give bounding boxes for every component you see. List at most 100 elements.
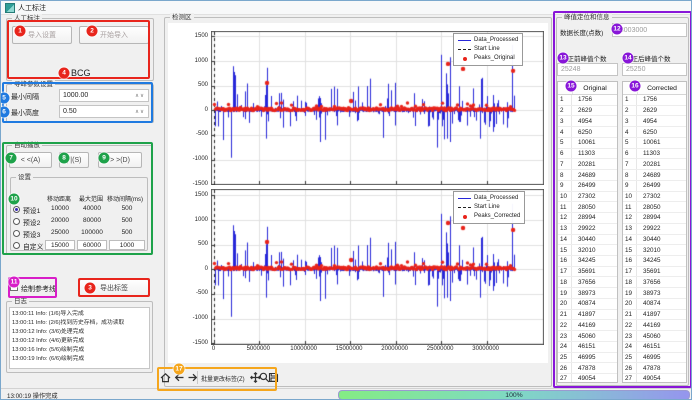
home-icon[interactable] [160, 371, 171, 384]
table-row[interactable]: 926499 [623, 181, 686, 192]
table-row[interactable]: 11756 [623, 95, 686, 106]
corrected-peaks-table[interactable]: Corrected 117562262934954462505100616113… [622, 81, 687, 383]
table-row[interactable]: 2749054 [623, 374, 686, 382]
table-row[interactable]: 1027302 [623, 192, 686, 203]
table-row[interactable]: 1027302 [558, 192, 617, 203]
log-list[interactable]: 13:00:11 Info: (1/6)导入完成13:00:11 Info: (… [9, 307, 150, 369]
table-row[interactable]: 1430440 [623, 235, 686, 246]
table-row[interactable]: 1128050 [558, 202, 617, 213]
app-window: 人工标注 人工标注 导入设置 开始导入 BCG 寻峰参数设置 最小间隔 1000… [0, 0, 692, 400]
table-row[interactable]: 1735691 [623, 267, 686, 278]
preset-value: 40000 [77, 205, 107, 212]
table-row[interactable]: 2647878 [558, 363, 617, 374]
peak-value-cell: 26499 [637, 182, 661, 189]
table-row[interactable]: 2647878 [623, 363, 686, 374]
preset-radio[interactable] [13, 242, 20, 249]
table-row[interactable]: 11756 [558, 95, 617, 106]
table-row[interactable]: 1228994 [623, 213, 686, 224]
save-icon[interactable] [268, 371, 279, 384]
table-row[interactable]: 2040874 [623, 299, 686, 310]
table-row[interactable]: 926499 [558, 181, 617, 192]
line-sample [458, 40, 471, 41]
peak-value-cell: 1756 [572, 96, 592, 103]
table-row[interactable]: 2749054 [558, 374, 617, 382]
min-height-spinbox[interactable]: 0.50 ∧∨ [59, 105, 149, 118]
table-row[interactable]: 1735691 [558, 267, 617, 278]
min-interval-spinbox[interactable]: 1000.00 ∧∨ [59, 89, 149, 102]
table-row[interactable]: 1228994 [558, 213, 617, 224]
peak-value-cell: 28994 [637, 214, 661, 221]
table-row[interactable]: 1837656 [558, 277, 617, 288]
table-row[interactable]: 1430440 [558, 235, 617, 246]
custom-value-input[interactable]: 1000 [109, 240, 145, 250]
preset-label: 预设1 [23, 205, 40, 215]
row-number-cell: 4 [623, 127, 637, 137]
table-row[interactable]: 1128050 [623, 202, 686, 213]
table-row[interactable]: 1837656 [623, 277, 686, 288]
table-row[interactable]: 720281 [623, 159, 686, 170]
group-manual-label: 人工标注 [12, 14, 42, 23]
preset-radio[interactable] [13, 218, 20, 225]
table-row[interactable]: 22629 [558, 106, 617, 117]
table-row[interactable]: 1532010 [623, 245, 686, 256]
row-number-cell: 24 [558, 342, 572, 352]
peak-value-cell: 29922 [572, 225, 596, 232]
peak-value-cell: 35691 [637, 268, 661, 275]
y-tick-label: 0 [181, 266, 208, 272]
annotation-circle: 16 [630, 81, 641, 92]
row-number-cell: 17 [558, 267, 572, 277]
table-row[interactable]: 34954 [558, 116, 617, 127]
preset-value: 100000 [77, 229, 107, 236]
y-tick-label: 1500 [181, 192, 208, 198]
table-row[interactable]: 1532010 [558, 245, 617, 256]
preset-radio[interactable] [13, 230, 20, 237]
row-number-cell: 12 [558, 213, 572, 223]
spinner-arrows-icon[interactable]: ∧∨ [135, 109, 145, 115]
table-row[interactable]: 1634245 [623, 256, 686, 267]
table-row[interactable]: 1938973 [558, 288, 617, 299]
row-number-cell: 15 [623, 245, 637, 255]
table-row[interactable]: 2546995 [558, 353, 617, 364]
table-row[interactable]: 2040874 [558, 299, 617, 310]
custom-value-input[interactable]: 60000 [77, 240, 107, 250]
original-peaks-table[interactable]: Original 1175622629349544625051006161130… [557, 81, 618, 383]
table-row[interactable]: 46250 [558, 127, 617, 138]
table-row[interactable]: 611303 [623, 149, 686, 160]
table-row[interactable]: 2244169 [558, 320, 617, 331]
table-row[interactable]: 1329922 [623, 224, 686, 235]
table-row[interactable]: 22629 [623, 106, 686, 117]
spinner-arrows-icon[interactable]: ∧∨ [135, 93, 145, 99]
peak-value-cell: 10061 [637, 139, 661, 146]
row-number-cell: 4 [558, 127, 572, 137]
table-row[interactable]: 2141897 [558, 310, 617, 321]
table-row[interactable]: 34954 [623, 116, 686, 127]
table-row[interactable]: 824689 [623, 170, 686, 181]
table-row[interactable]: 2345060 [558, 331, 617, 342]
table-row[interactable]: 1329922 [558, 224, 617, 235]
table-row[interactable]: 824689 [558, 170, 617, 181]
x-tick-label: 20000000 [381, 346, 408, 352]
table-row[interactable]: 2141897 [623, 310, 686, 321]
table-row[interactable]: 611303 [558, 149, 617, 160]
table-row[interactable]: 2446151 [558, 342, 617, 353]
batch-edit-labels-button[interactable]: 批量更改标签(Z) [201, 374, 245, 383]
table-row[interactable]: 510061 [623, 138, 686, 149]
row-number-cell: 8 [623, 170, 637, 180]
table-row[interactable]: 2244169 [623, 320, 686, 331]
after-count-field: 25250 [622, 63, 687, 76]
legend-bottom-plot: Data_ProcessedStart LinePeaks_Corrected [453, 191, 525, 224]
table-row[interactable]: 2446151 [623, 342, 686, 353]
y-tick-label: 1500 [181, 33, 208, 39]
table-row[interactable]: 720281 [558, 159, 617, 170]
table-row[interactable]: 46250 [623, 127, 686, 138]
preset-radio[interactable] [13, 206, 20, 213]
table-row[interactable]: 1634245 [558, 256, 617, 267]
log-line: 13:00:12 Info: (3/6)处理完成 [12, 328, 147, 337]
table-row[interactable]: 2546995 [623, 353, 686, 364]
peak-value-cell: 46151 [637, 343, 661, 350]
log-line: 13:00:19 Info: (6/6)绘制完成 [12, 355, 147, 364]
custom-value-input[interactable]: 15000 [45, 240, 75, 250]
table-row[interactable]: 1938973 [623, 288, 686, 299]
table-row[interactable]: 510061 [558, 138, 617, 149]
table-row[interactable]: 2345060 [623, 331, 686, 342]
